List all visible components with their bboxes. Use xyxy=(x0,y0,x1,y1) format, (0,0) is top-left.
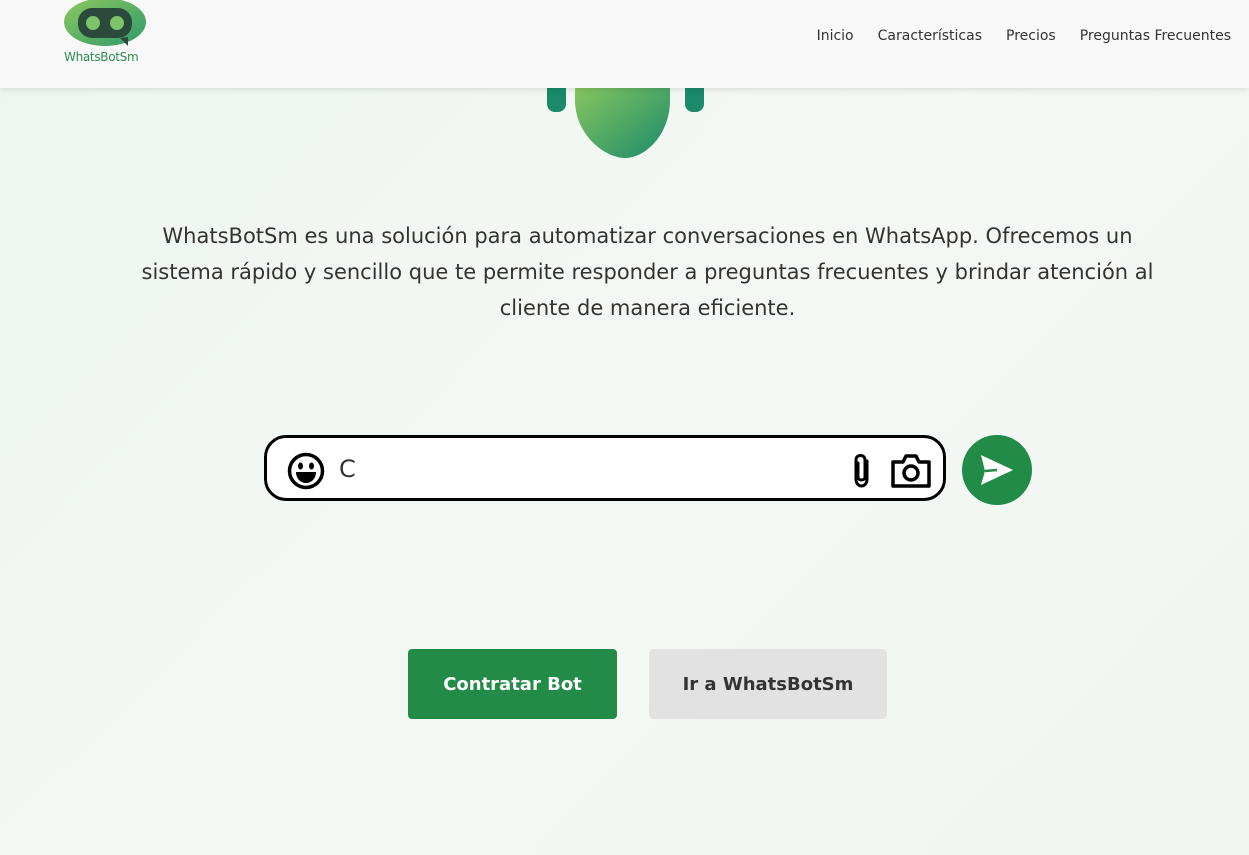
send-icon xyxy=(981,455,1013,485)
chat-input-bar xyxy=(264,435,946,501)
ir-a-whatsbotsm-button[interactable]: Ir a WhatsBotSm xyxy=(649,649,887,719)
send-button[interactable] xyxy=(962,435,1032,505)
contratar-bot-button[interactable]: Contratar Bot xyxy=(408,649,617,719)
nav-item-inicio[interactable]: Inicio xyxy=(817,28,854,44)
paperclip-icon[interactable] xyxy=(847,453,877,489)
smiley-icon[interactable] xyxy=(287,452,325,490)
nav-item-precios[interactable]: Precios xyxy=(1006,28,1056,44)
logo-wordmark: WhatsBotSm xyxy=(64,50,139,64)
nav-item-preguntas-frecuentes[interactable]: Preguntas Frecuentes xyxy=(1080,28,1231,44)
whatsbotsm-logo[interactable] xyxy=(62,0,152,76)
page: WhatsBotSm Inicio Características Precio… xyxy=(0,0,1249,855)
nav-item-caracteristicas[interactable]: Características xyxy=(878,28,982,44)
camera-icon[interactable] xyxy=(890,453,932,489)
message-input[interactable] xyxy=(339,452,839,486)
site-header: WhatsBotSm Inicio Características Precio… xyxy=(0,0,1249,88)
hero-description: WhatsBotSm es una solución para automati… xyxy=(141,224,1154,320)
robot-mascot-illustration xyxy=(547,80,704,158)
main-nav: Inicio Características Precios Preguntas… xyxy=(817,28,1231,44)
